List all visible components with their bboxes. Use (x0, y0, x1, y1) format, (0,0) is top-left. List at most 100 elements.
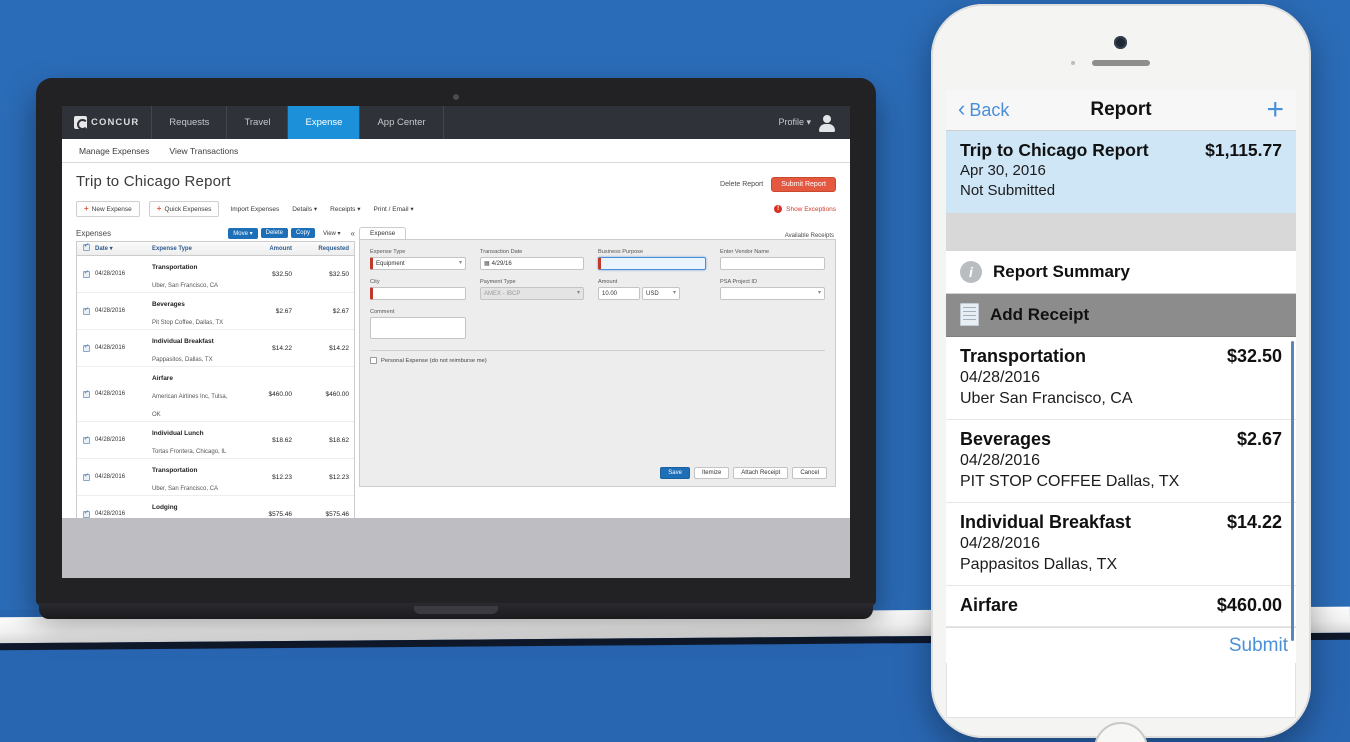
row-checkbox[interactable] (77, 302, 95, 320)
phone-expense-list[interactable]: Transportation $32.50 04/28/2016 Uber San F… (946, 336, 1296, 641)
row-checkbox[interactable] (77, 339, 95, 357)
quick-expenses-button[interactable]: + Quick Expenses (148, 201, 220, 217)
phone-section-gap (946, 212, 1296, 251)
delete-report-button[interactable]: Delete Report (720, 181, 763, 188)
view-menu-button[interactable]: View ▾ (318, 228, 346, 239)
column-header-requested[interactable]: Requested (292, 246, 354, 252)
details-menu[interactable]: Details ▾ (290, 202, 319, 216)
back-button[interactable]: ‹ Back (958, 98, 1010, 121)
city-input[interactable] (370, 287, 466, 300)
profile-menu[interactable]: Profile ▾ (778, 117, 811, 128)
subnav-item-manage-expenses[interactable]: Manage Expenses (79, 146, 149, 156)
payment-type-select[interactable]: AMEX - IBCP (480, 287, 584, 300)
list-item-vendor: Pappasitos Dallas, TX (960, 556, 1118, 574)
business-purpose-input[interactable] (598, 257, 706, 270)
comment-group: Comment (370, 309, 466, 339)
row-amount: $14.22 (272, 344, 292, 352)
table-row[interactable]: 04/28/2016 Transportation Uber, San Franci… (77, 459, 354, 496)
amount-input[interactable]: 10.00 (598, 287, 640, 300)
nav-item-requests[interactable]: Requests (152, 106, 228, 139)
form-divider (370, 350, 825, 351)
print-email-menu[interactable]: Print / Email ▾ (372, 202, 416, 216)
cancel-button[interactable]: Cancel (792, 467, 827, 479)
row-type-name: Lodging (152, 504, 178, 511)
list-item-date: 04/28/2016 (960, 451, 1041, 469)
concur-logo[interactable]: CONCUR (62, 106, 153, 139)
exceptions-group[interactable]: ! Show Exceptions (774, 205, 836, 213)
expense-type-select[interactable]: Equipment (370, 257, 466, 270)
psa-project-select[interactable] (720, 287, 825, 300)
app-body: Trip to Chicago Report Delete Report Sub… (62, 163, 850, 578)
table-row[interactable]: 04/28/2016 Individual Breakfast Pappasitos… (77, 330, 354, 367)
attach-receipt-button[interactable]: Attach Receipt (733, 467, 789, 479)
row-date: 04/28/2016 (95, 271, 126, 277)
business-purpose-label: Business Purpose (598, 249, 644, 255)
currency-select[interactable]: USD (642, 287, 680, 300)
personal-expense-checkbox[interactable] (370, 357, 377, 364)
copy-button[interactable]: Copy (290, 228, 315, 238)
list-item[interactable]: Beverages $2.67 04/28/2016 PIT STOP COFFEE … (946, 420, 1296, 503)
add-receipt-label: Add Receipt (990, 304, 1090, 324)
collapse-panel-icon[interactable]: « (349, 229, 355, 238)
list-item[interactable]: Airfare $460.00 (946, 586, 1296, 628)
add-receipt-row[interactable]: Add Receipt (946, 293, 1296, 337)
psa-project-group: PSA Project ID (720, 279, 825, 300)
save-button[interactable]: Save (660, 467, 690, 479)
tab-expense[interactable]: Expense (359, 227, 407, 239)
transaction-date-input[interactable]: ▦ 4/29/16 (480, 257, 584, 270)
expense-type-group: Expense Type Equipment (370, 249, 466, 270)
nav-item-travel[interactable]: Travel (227, 106, 289, 139)
laptop-camera-icon (453, 94, 459, 100)
vendor-input[interactable] (720, 257, 825, 270)
app-bottom-band (62, 518, 850, 578)
personal-expense-row[interactable]: Personal Expense (do not reimburse me) (370, 357, 825, 364)
import-expenses-button[interactable]: Import Expenses (228, 203, 281, 216)
receipts-menu[interactable]: Receipts ▾ (328, 202, 362, 216)
back-label: Back (969, 99, 1010, 120)
form-tabs: Expense Available Receipts (359, 225, 836, 239)
subnav-item-view-transactions[interactable]: View Transactions (169, 146, 238, 156)
row-requested: $18.62 (329, 436, 349, 444)
column-header-date[interactable]: Date ▾ (95, 245, 152, 252)
table-row[interactable]: 04/28/2016 Transportation Uber, San Franci… (77, 256, 354, 293)
show-exceptions-link[interactable]: Show Exceptions (786, 206, 836, 213)
table-row[interactable]: 04/28/2016 Individual Lunch Tortas Fronter… (77, 422, 354, 459)
avatar[interactable] (818, 114, 836, 132)
list-item[interactable]: Transportation $32.50 04/28/2016 Uber San F… (946, 337, 1296, 420)
delete-button[interactable]: Delete (260, 228, 288, 238)
nav-item-expense[interactable]: Expense (288, 106, 361, 139)
row-checkbox[interactable] (77, 431, 95, 449)
phone-report-summary-card[interactable]: Trip to Chicago Report $1,115.77 Apr 30,… (946, 131, 1296, 213)
report-summary-row[interactable]: i Report Summary (946, 250, 1296, 294)
column-header-type[interactable]: Expense Type (152, 246, 234, 252)
phone-scrollbar[interactable] (1291, 340, 1294, 641)
business-purpose-group: Business Purpose (598, 249, 706, 270)
row-type: Transportation Uber, San Francisco, CA (152, 256, 234, 292)
table-row[interactable]: 04/28/2016 Airfare American Airlines Inc, … (77, 367, 354, 422)
row-checkbox[interactable] (77, 385, 95, 403)
row-checkbox[interactable] (77, 468, 95, 486)
comment-textarea[interactable] (370, 317, 466, 339)
select-all-checkbox[interactable] (77, 242, 95, 253)
move-menu-button[interactable]: Move ▾ (228, 227, 258, 239)
payment-type-group: Payment Type AMEX - IBCP (480, 279, 584, 300)
list-item[interactable]: Individual Breakfast $14.22 04/28/2016 Papp… (946, 503, 1296, 587)
laptop-screen: CONCUR Requests Travel Expense App Cente… (62, 106, 850, 578)
grid-tools: Move ▾ Delete Copy View ▾ « (228, 227, 355, 239)
row-checkbox[interactable] (77, 265, 95, 283)
add-icon[interactable]: + (1266, 95, 1284, 125)
nav-item-app-center[interactable]: App Center (360, 106, 444, 139)
phone-submit-button[interactable]: Submit (1229, 635, 1288, 657)
row-date: 04/28/2016 (95, 345, 126, 351)
row-vendor: American Airlines Inc, Tulsa, OK (152, 394, 228, 418)
column-header-amount[interactable]: Amount (234, 246, 292, 252)
expense-toolbar: + New Expense + Quick Expenses Import Ex… (76, 201, 836, 217)
list-item-name: Beverages (960, 428, 1052, 449)
vendor-label: Enter Vendor Name (720, 249, 770, 255)
table-row[interactable]: 04/28/2016 Beverages Pit Stop Coffee, Dall… (77, 293, 354, 330)
laptop-device: CONCUR Requests Travel Expense App Cente… (36, 78, 876, 619)
itemize-button[interactable]: Itemize (693, 467, 730, 479)
submit-report-button[interactable]: Submit Report (771, 177, 836, 192)
row-date: 04/28/2016 (95, 474, 126, 480)
new-expense-button[interactable]: + New Expense (76, 201, 140, 217)
